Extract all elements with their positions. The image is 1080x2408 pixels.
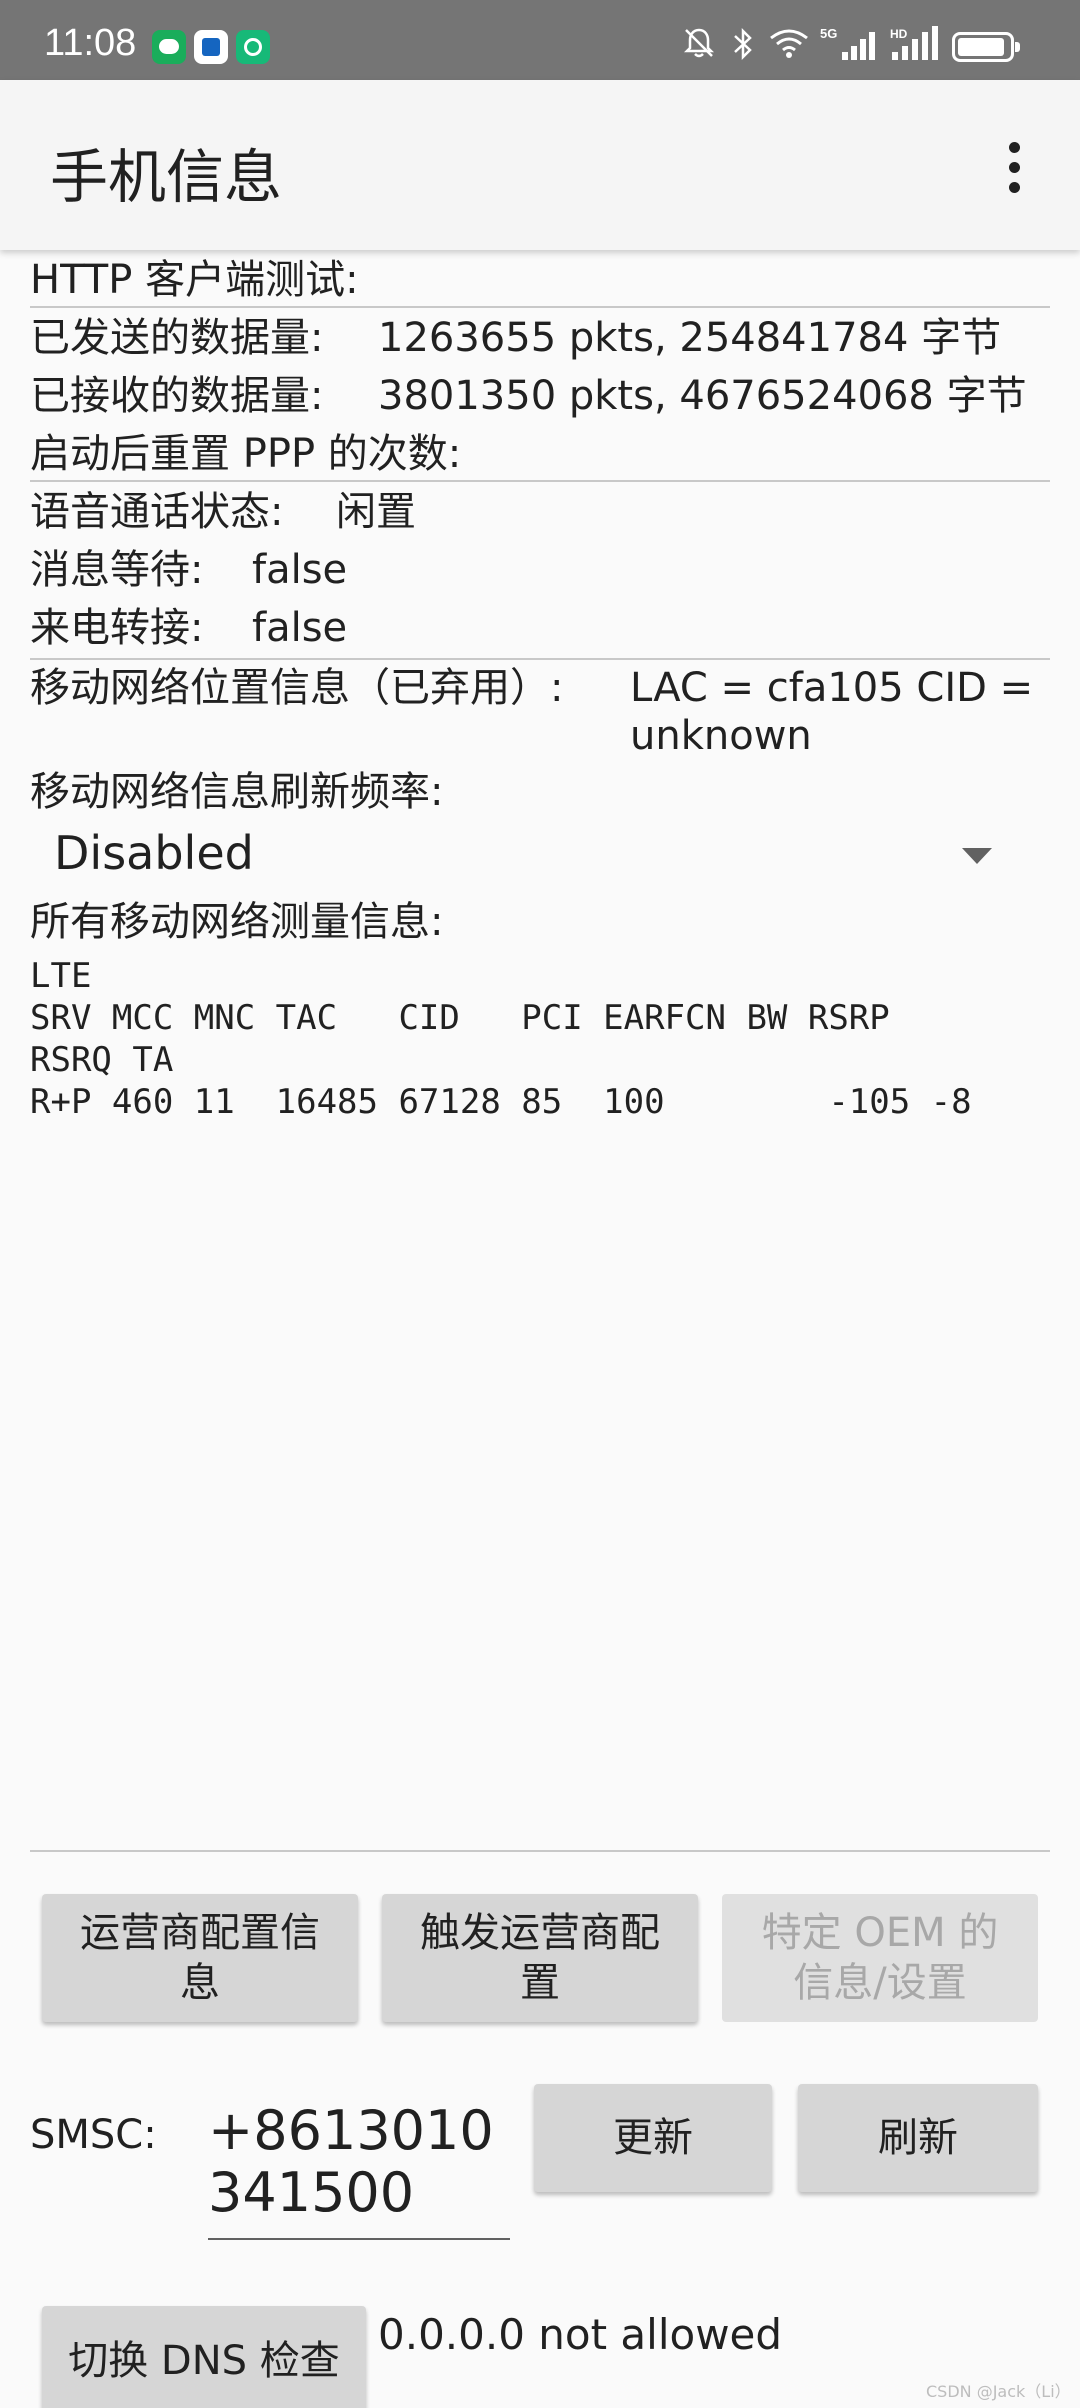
call-forward-label: 来电转接:: [30, 605, 204, 651]
more-vert-icon[interactable]: [1000, 138, 1030, 208]
measurements-line: RSRQ TA: [30, 1040, 174, 1080]
cell-location-label: 移动网络位置信息（已弃用）:: [30, 665, 564, 711]
refresh-rate-spinner[interactable]: Disabled: [30, 820, 1050, 894]
signal-5g-label: 5G: [820, 26, 837, 41]
wechat-icon: [152, 30, 186, 64]
bluetooth-icon: [734, 27, 752, 61]
update-button[interactable]: 更新: [534, 2084, 772, 2192]
measurements-label: 所有移动网络测量信息:: [30, 899, 444, 945]
measurements-line: LTE: [30, 956, 92, 996]
battery-icon: [952, 32, 1020, 62]
received-data-label: 已接收的数据量:: [30, 373, 324, 419]
app-notification-icon: [194, 30, 228, 64]
voice-call-status-label: 语音通话状态:: [30, 489, 284, 535]
refresh-rate-label: 移动网络信息刷新频率:: [30, 769, 444, 815]
refresh-button[interactable]: 刷新: [798, 2084, 1038, 2192]
signal-hd-label: HD: [890, 27, 908, 41]
trigger-carrier-config-button-label: 触发运营商配置: [420, 1910, 660, 2006]
trigger-carrier-config-button[interactable]: 触发运营商配置: [382, 1894, 698, 2022]
toggle-dns-check-button[interactable]: 切换 DNS 检查: [42, 2306, 366, 2408]
status-bar: 11:08 5G HD: [0, 0, 1080, 80]
toggle-dns-check-button-label: 切换 DNS 检查: [68, 2338, 340, 2384]
sent-data-value: 1263655 pkts, 254841784 字节: [378, 315, 1002, 361]
carrier-config-button[interactable]: 运营商配置信息: [42, 1894, 358, 2022]
message-waiting-value: false: [252, 547, 348, 593]
cell-location-value-line1: LAC = cfa105 CID =: [630, 665, 1034, 711]
update-button-label: 更新: [613, 2115, 693, 2161]
smsc-input[interactable]: +8613010341500: [208, 2100, 510, 2242]
signal-5g-icon: 5G: [820, 26, 875, 60]
signal-hd-icon: HD: [890, 26, 938, 60]
dns-status-text: 0.0.0.0 not allowed: [378, 2310, 783, 2359]
measurements-line: R+P 460 11 16485 67128 85 100 -105 -8: [30, 1082, 972, 1122]
status-time: 11:08: [44, 22, 137, 64]
refresh-rate-value: Disabled: [54, 826, 254, 880]
ppp-reset-label: 启动后重置 PPP 的次数:: [30, 431, 462, 477]
cell-location-value-line2: unknown: [630, 713, 812, 759]
app-notification-icon: [236, 30, 270, 64]
dropdown-arrow-icon: [962, 848, 992, 864]
oem-info-button[interactable]: 特定 OEM 的信息/设置: [722, 1894, 1038, 2022]
bell-muted-icon: [683, 28, 715, 58]
smsc-label: SMSC:: [30, 2112, 157, 2158]
divider: [30, 480, 1050, 482]
app-bar: 手机信息: [0, 80, 1080, 250]
divider: [30, 1850, 1050, 1852]
divider: [30, 658, 1050, 660]
divider: [30, 306, 1050, 308]
measurements-line: SRV MCC MNC TAC CID PCI EARFCN BW RSRP: [30, 998, 890, 1038]
http-client-test-label: HTTP 客户端测试:: [30, 257, 359, 303]
carrier-config-button-label: 运营商配置信息: [80, 1910, 320, 2006]
received-data-value: 3801350 pkts, 4676524068 字节: [378, 373, 1027, 419]
voice-call-status-value: 闲置: [336, 489, 416, 535]
call-forward-value: false: [252, 605, 348, 651]
wifi-icon: [770, 29, 808, 58]
page-title: 手机信息: [50, 143, 283, 211]
refresh-button-label: 刷新: [878, 2115, 958, 2161]
sent-data-label: 已发送的数据量:: [30, 315, 324, 361]
message-waiting-label: 消息等待:: [30, 547, 204, 593]
watermark: CSDN @Jack（Li）: [926, 2382, 1071, 2401]
smsc-input-underline: [208, 2238, 510, 2240]
oem-info-button-label: 特定 OEM 的信息/设置: [761, 1910, 999, 2006]
